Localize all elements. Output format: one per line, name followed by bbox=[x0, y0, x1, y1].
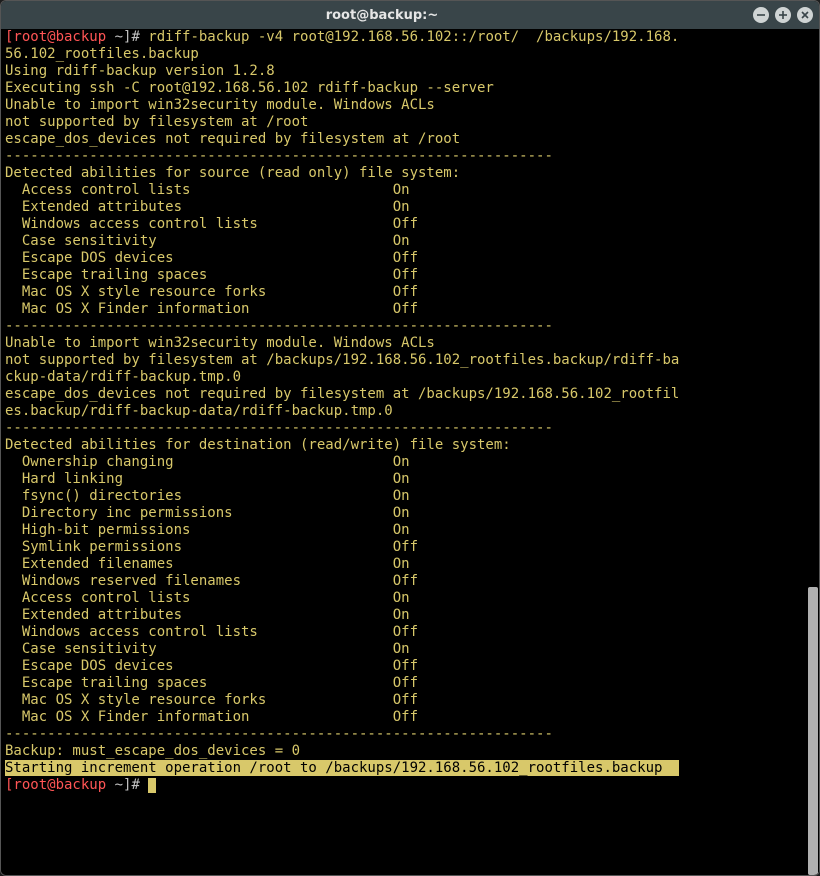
src-header: Detected abilities for source (read only… bbox=[5, 165, 460, 181]
window-buttons bbox=[753, 7, 813, 23]
prompt-symbol: ~]# bbox=[106, 777, 148, 793]
line-escape: escape_dos_devices not required by files… bbox=[5, 131, 460, 147]
dst-ability-row: Windows access control lists Off bbox=[5, 624, 418, 640]
line-win32: not supported by filesystem at /backups/… bbox=[5, 352, 679, 368]
dst-ability-row: Case sensitivity On bbox=[5, 641, 410, 657]
line-win32: Unable to import win32security module. W… bbox=[5, 97, 435, 113]
dash-line: ----------------------------------------… bbox=[5, 420, 553, 436]
line-escape: escape_dos_devices not required by files… bbox=[5, 386, 679, 402]
minimize-button[interactable] bbox=[753, 7, 769, 23]
line-win32: ckup-data/rdiff-backup.tmp.0 bbox=[5, 369, 241, 385]
terminal-area[interactable]: [root@backup ~]# rdiff-backup -v4 root@1… bbox=[1, 29, 819, 875]
command-text-cont: 56.102_rootfiles.backup bbox=[5, 46, 199, 62]
src-ability-row: Extended attributes On bbox=[5, 199, 410, 215]
titlebar: root@backup:~ bbox=[1, 1, 819, 29]
src-ability-row: Escape DOS devices Off bbox=[5, 250, 418, 266]
dash-line: ----------------------------------------… bbox=[5, 148, 553, 164]
close-icon bbox=[800, 10, 810, 20]
command-text: rdiff-backup -v4 root@192.168.56.102::/r… bbox=[140, 29, 679, 45]
prompt-user-host: [root@backup bbox=[5, 29, 106, 45]
dst-ability-row: Mac OS X Finder information Off bbox=[5, 709, 418, 725]
src-ability-row: Case sensitivity On bbox=[5, 233, 410, 249]
dst-ability-row: Access control lists On bbox=[5, 590, 410, 606]
line-win32: not supported by filesystem at /root bbox=[5, 114, 308, 130]
highlighted-line: Starting increment operation /root to /b… bbox=[5, 760, 679, 776]
src-ability-row: Mac OS X Finder information Off bbox=[5, 301, 418, 317]
cursor bbox=[148, 778, 156, 793]
line-backup-escape: Backup: must_escape_dos_devices = 0 bbox=[5, 743, 300, 759]
dst-ability-row: fsync() directories On bbox=[5, 488, 410, 504]
dash-line: ----------------------------------------… bbox=[5, 726, 553, 742]
prompt-user-host: [root@backup bbox=[5, 777, 106, 793]
scrollbar[interactable] bbox=[807, 29, 819, 875]
line-exec-ssh: Executing ssh -C root@192.168.56.102 rdi… bbox=[5, 80, 494, 96]
dst-ability-row: Extended filenames On bbox=[5, 556, 410, 572]
dst-ability-row: Symlink permissions Off bbox=[5, 539, 418, 555]
dash-line: ----------------------------------------… bbox=[5, 318, 553, 334]
src-ability-row: Escape trailing spaces Off bbox=[5, 267, 418, 283]
minimize-icon bbox=[756, 10, 766, 20]
window-title: root@backup:~ bbox=[11, 8, 753, 23]
dst-ability-row: Directory inc permissions On bbox=[5, 505, 410, 521]
terminal-output: [root@backup ~]# rdiff-backup -v4 root@1… bbox=[5, 29, 805, 875]
terminal-window: root@backup:~ [root@backup ~]# rdiff-bac… bbox=[0, 0, 820, 876]
dst-ability-row: Ownership changing On bbox=[5, 454, 410, 470]
dst-ability-row: Hard linking On bbox=[5, 471, 410, 487]
dst-ability-row: Escape DOS devices Off bbox=[5, 658, 418, 674]
maximize-button[interactable] bbox=[775, 7, 791, 23]
src-ability-row: Access control lists On bbox=[5, 182, 410, 198]
dst-ability-row: Escape trailing spaces Off bbox=[5, 675, 418, 691]
close-button[interactable] bbox=[797, 7, 813, 23]
scrollbar-thumb[interactable] bbox=[808, 587, 818, 875]
dst-ability-row: Mac OS X style resource forks Off bbox=[5, 692, 418, 708]
dst-ability-row: Extended attributes On bbox=[5, 607, 410, 623]
src-ability-row: Windows access control lists Off bbox=[5, 216, 418, 232]
dst-ability-row: Windows reserved filenames Off bbox=[5, 573, 418, 589]
dst-header: Detected abilities for destination (read… bbox=[5, 437, 511, 453]
dst-ability-row: High-bit permissions On bbox=[5, 522, 410, 538]
src-ability-row: Mac OS X style resource forks Off bbox=[5, 284, 418, 300]
line-escape: es.backup/rdiff-backup-data/rdiff-backup… bbox=[5, 403, 393, 419]
line-win32: Unable to import win32security module. W… bbox=[5, 335, 435, 351]
line-version: Using rdiff-backup version 1.2.8 bbox=[5, 63, 275, 79]
prompt-symbol: ~]# bbox=[106, 29, 140, 45]
maximize-icon bbox=[778, 10, 788, 20]
